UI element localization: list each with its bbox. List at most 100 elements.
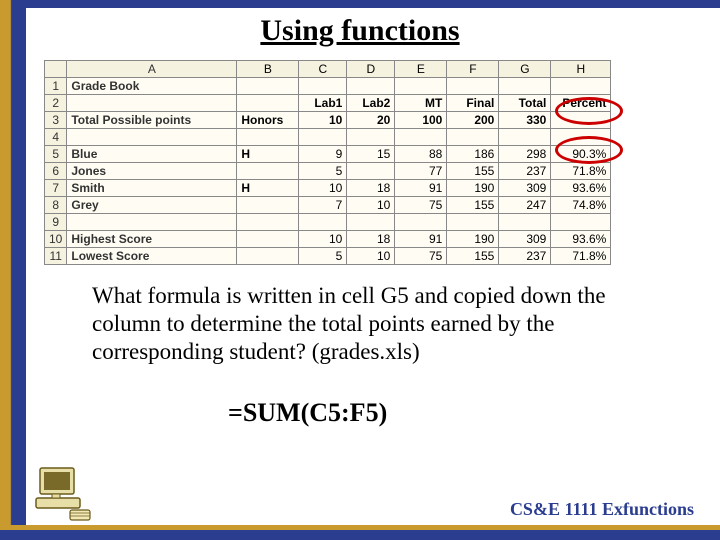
cell: Jones [67,163,237,180]
cell [499,214,551,231]
cell [299,129,347,146]
cell: Honors [237,112,299,129]
row-number: 11 [45,248,67,265]
col-header: A [67,61,237,78]
cell: 88 [395,146,447,163]
decor-left-bar [0,0,26,540]
header-row: A B C D E F G H [45,61,611,78]
row-number: 1 [45,78,67,95]
decor-top-bar [0,0,720,8]
table-row: 11Lowest Score5107515523771.8% [45,248,611,265]
table-row: 2Lab1Lab2MTFinalTotalPercent [45,95,611,112]
cell [67,129,237,146]
cell: Grey [67,197,237,214]
decor-bottom-bar [0,530,720,540]
cell: 75 [395,197,447,214]
cell: 309 [499,180,551,197]
cell: 9 [299,146,347,163]
cell: 20 [347,112,395,129]
cell: H [237,180,299,197]
cell [67,95,237,112]
cell: 91 [395,180,447,197]
cell: Highest Score [67,231,237,248]
cell: Total [499,95,551,112]
cell [551,129,611,146]
cell: 93.6% [551,231,611,248]
cell [237,231,299,248]
cell: 93.6% [551,180,611,197]
cell: Smith [67,180,237,197]
cell: 237 [499,163,551,180]
row-number: 5 [45,146,67,163]
spreadsheet-table: A B C D E F G H 1Grade Book2Lab1Lab2MTFi… [44,60,611,265]
cell: 309 [499,231,551,248]
row-number: 2 [45,95,67,112]
cell: 75 [395,248,447,265]
cell: 155 [447,163,499,180]
cell: 15 [347,146,395,163]
cell: 74.8% [551,197,611,214]
table-row: 9 [45,214,611,231]
cell: H [237,146,299,163]
cell [551,214,611,231]
cell [395,78,447,95]
cell [347,129,395,146]
cell [299,78,347,95]
col-header: B [237,61,299,78]
computer-icon [34,464,94,522]
cell: 5 [299,163,347,180]
cell [237,248,299,265]
table-row: 1Grade Book [45,78,611,95]
cell [499,78,551,95]
cell: 77 [395,163,447,180]
cell [447,214,499,231]
cell: Grade Book [67,78,237,95]
row-number: 10 [45,231,67,248]
formula-answer: =SUM(C5:F5) [228,398,387,428]
cell: 18 [347,180,395,197]
table-row: 4 [45,129,611,146]
cell [237,214,299,231]
row-number: 4 [45,129,67,146]
cell: Lab2 [347,95,395,112]
cell [347,163,395,180]
cell: 155 [447,197,499,214]
table-row: 5BlueH9158818629890.3% [45,146,611,163]
col-header: G [499,61,551,78]
col-header: H [551,61,611,78]
cell: 10 [347,197,395,214]
cell [347,78,395,95]
cell [395,129,447,146]
cell: 200 [447,112,499,129]
table-row: 7SmithH10189119030993.6% [45,180,611,197]
cell [299,214,347,231]
footer-text: CS&E 1111 Exfunctions [510,499,694,520]
cell: 186 [447,146,499,163]
table-row: 3Total Possible pointsHonors102010020033… [45,112,611,129]
col-header: C [299,61,347,78]
table-row: 6Jones57715523771.8% [45,163,611,180]
cell: Lowest Score [67,248,237,265]
col-header: F [447,61,499,78]
row-number: 7 [45,180,67,197]
table-row: 10Highest Score10189119030993.6% [45,231,611,248]
row-number: 8 [45,197,67,214]
cell: Final [447,95,499,112]
row-number: 9 [45,214,67,231]
col-header: D [347,61,395,78]
cell [237,95,299,112]
cell [499,129,551,146]
cell: 237 [499,248,551,265]
cell: 100 [395,112,447,129]
cell: 90.3% [551,146,611,163]
cell: 190 [447,180,499,197]
cell: 330 [499,112,551,129]
cell [237,163,299,180]
row-number: 3 [45,112,67,129]
cell: 10 [299,112,347,129]
col-header: E [395,61,447,78]
cell: 10 [299,231,347,248]
cell: Total Possible points [67,112,237,129]
question-text: What formula is written in cell G5 and c… [92,282,652,366]
cell [447,129,499,146]
